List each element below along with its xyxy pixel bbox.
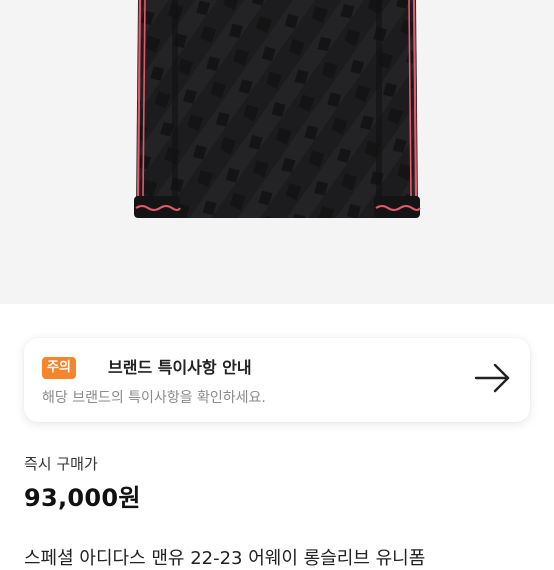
product-title: 스페셜 아디다스 맨유 22-23 어웨이 롱슬리브 유니폼 xyxy=(24,548,426,569)
jersey-image xyxy=(134,0,421,218)
price-label: 즉시 구매가 xyxy=(24,455,98,473)
arrow-right-icon[interactable] xyxy=(474,362,512,398)
price-value: 93,000원 xyxy=(24,484,141,512)
notice-title: 브랜드 특이사항 안내 xyxy=(108,358,252,377)
brand-notice-card[interactable]: 주의 브랜드 특이사항 안내 해당 브랜드의 특이사항을 확인하세요. xyxy=(24,338,530,422)
notice-subtitle: 해당 브랜드의 특이사항을 확인하세요. xyxy=(42,390,266,406)
caution-badge: 주의 xyxy=(42,357,76,379)
product-image[interactable] xyxy=(0,0,554,304)
